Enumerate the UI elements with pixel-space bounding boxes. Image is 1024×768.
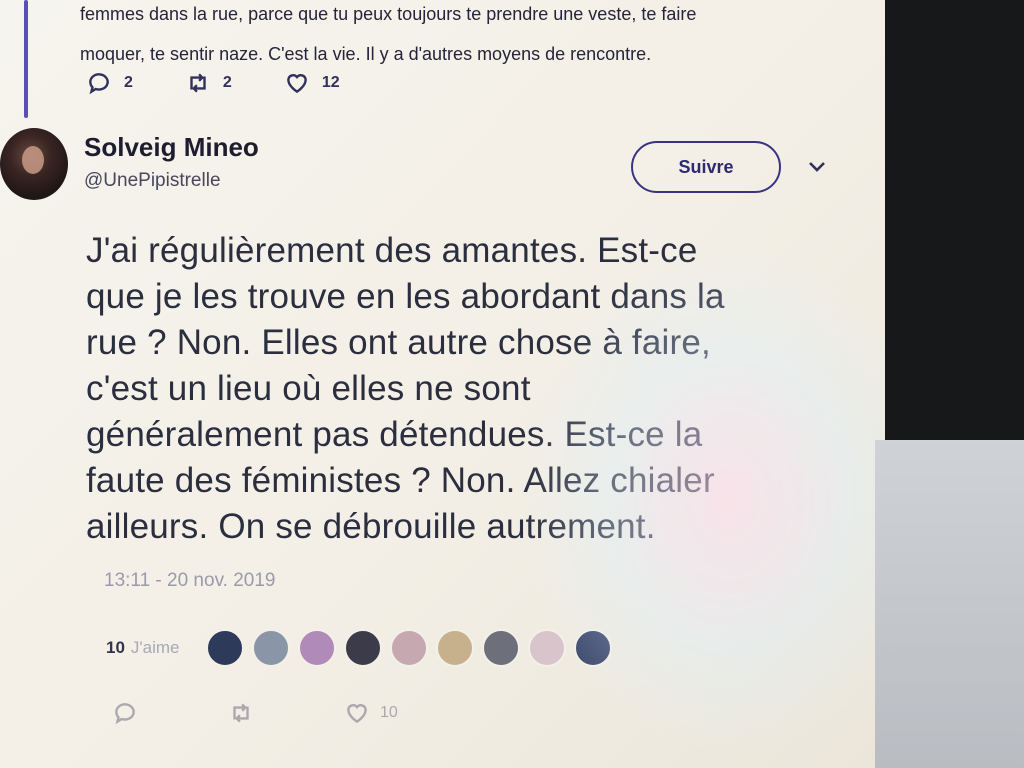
background-dark	[885, 0, 1024, 440]
liker-avatar[interactable]	[297, 629, 336, 667]
previous-tweet-text: femmes dans la rue, parce que tu peux to…	[80, 0, 840, 74]
side-panel	[875, 440, 1024, 768]
retweet-button[interactable]: 2	[185, 70, 232, 96]
screen: femmes dans la rue, parce que tu peux to…	[0, 0, 885, 768]
like-button[interactable]: 10	[344, 700, 398, 726]
follow-button[interactable]: Suivre	[631, 141, 781, 193]
tweet-line: généralement pas détendues. Est-ce la	[86, 415, 703, 454]
heart-icon	[286, 74, 307, 94]
reply-icon	[89, 73, 109, 95]
likes-row: 10 J'aime	[106, 628, 620, 668]
reply-button[interactable]	[112, 700, 148, 726]
retweet-icon	[233, 703, 249, 723]
liker-avatar[interactable]	[573, 629, 612, 667]
liker-avatar[interactable]	[343, 629, 382, 667]
likes-label[interactable]: J'aime	[131, 638, 180, 658]
tweet-timestamp[interactable]: 13:11 - 20 nov. 2019	[104, 570, 275, 592]
tweet-body: J'ai régulièrement des amantes. Est-ce q…	[86, 228, 846, 550]
liker-avatar[interactable]	[389, 629, 428, 667]
reply-count: 2	[124, 74, 133, 91]
author-name[interactable]: Solveig Mineo	[84, 132, 259, 163]
like-button[interactable]: 12	[284, 70, 340, 96]
author-handle[interactable]: @UnePipistrelle	[84, 170, 221, 192]
avatar-face	[22, 146, 44, 174]
tweet-line: c'est un lieu où elles ne sont	[86, 369, 531, 408]
liker-avatar[interactable]	[435, 629, 474, 667]
retweet-icon	[190, 73, 206, 93]
like-count: 12	[321, 74, 340, 91]
liker-avatars	[205, 629, 620, 667]
likes-count[interactable]: 10	[106, 638, 125, 658]
previous-tweet-line: femmes dans la rue, parce que tu peux to…	[80, 4, 697, 24]
retweet-button[interactable]	[228, 700, 264, 726]
liker-avatar[interactable]	[481, 629, 520, 667]
avatar[interactable]	[0, 128, 68, 200]
thread-line	[24, 0, 28, 118]
tweet-line: rue ? Non. Elles ont autre chose à faire…	[86, 323, 711, 362]
tweet-line: ailleurs. On se débrouille autrement.	[86, 507, 656, 546]
reply-button[interactable]: 2	[86, 70, 133, 96]
chevron-down-icon[interactable]	[806, 158, 828, 174]
liker-avatar[interactable]	[527, 629, 566, 667]
liker-avatar[interactable]	[251, 629, 290, 667]
tweet-line: que je les trouve en les abordant dans l…	[86, 277, 725, 316]
tweet-actions: 10	[112, 700, 478, 726]
tweet-line: faute des féministes ? Non. Allez chiale…	[86, 461, 715, 500]
liker-avatar[interactable]	[205, 629, 244, 667]
like-count: 10	[380, 704, 398, 721]
heart-icon	[347, 704, 367, 724]
previous-tweet-actions: 2 2 12	[86, 68, 392, 98]
tweet-line: J'ai régulièrement des amantes. Est-ce	[86, 231, 698, 270]
retweet-count: 2	[222, 74, 232, 91]
reply-icon	[115, 703, 135, 725]
